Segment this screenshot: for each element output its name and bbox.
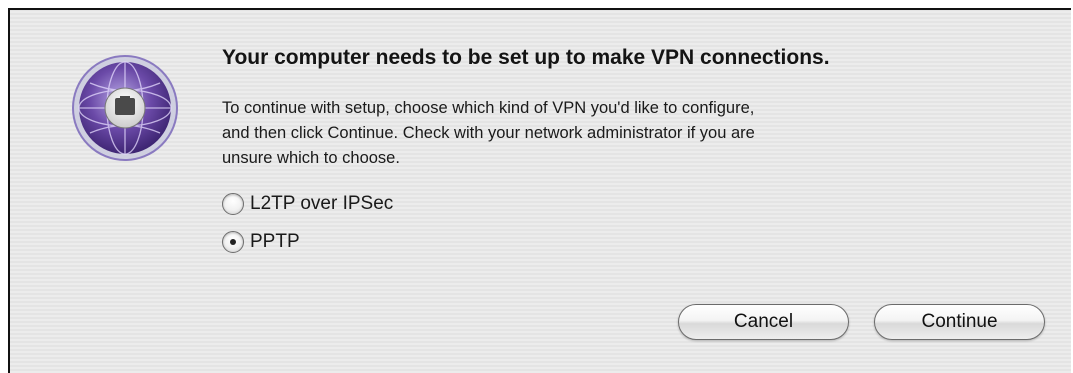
radio-label-l2tp[interactable]: L2TP over IPSec [250,193,393,215]
dialog-headline: Your computer needs to be set up to make… [222,46,830,69]
message-line-3: unsure which to choose. [222,149,400,167]
radio-option-pptp[interactable]: PPTP [222,231,300,253]
radio-label-pptp[interactable]: PPTP [250,231,300,253]
network-preferences-icon [72,55,178,161]
radio-button-pptp[interactable] [222,231,244,253]
radio-option-l2tp[interactable]: L2TP over IPSec [222,193,393,215]
dialog-message: To continue with setup, choose which kin… [222,96,1022,171]
cancel-button[interactable]: Cancel [678,304,849,340]
vpn-setup-dialog: Your computer needs to be set up to make… [8,8,1071,373]
message-line-1: To continue with setup, choose which kin… [222,99,755,117]
message-line-2: and then click Continue. Check with your… [222,124,755,142]
continue-button[interactable]: Continue [874,304,1045,340]
radio-button-l2tp[interactable] [222,193,244,215]
